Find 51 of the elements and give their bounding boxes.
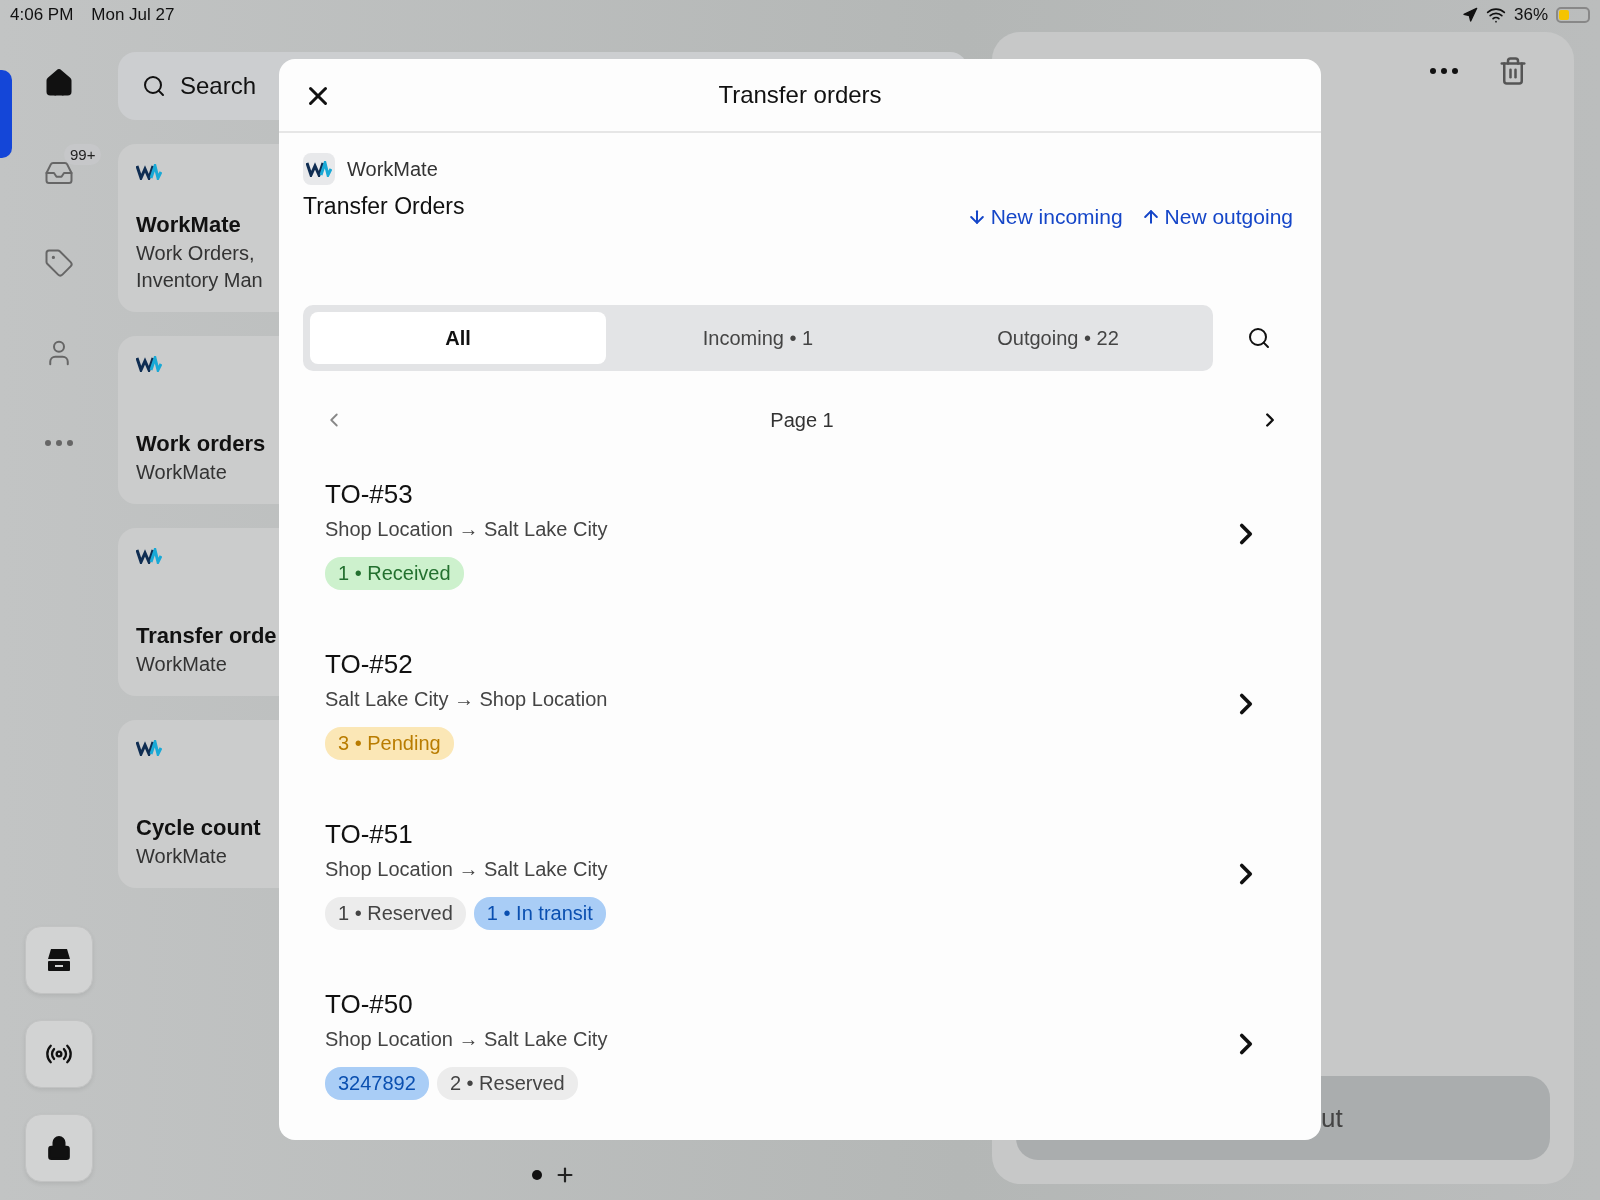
status-tag: 3247892 bbox=[325, 1066, 429, 1100]
card-subtitle: WorkMate bbox=[136, 653, 227, 676]
location-icon bbox=[1461, 7, 1478, 23]
card-subtitle: WorkMate bbox=[136, 845, 227, 868]
battery-icon bbox=[1556, 7, 1590, 23]
order-id: TO-#51 bbox=[325, 818, 414, 850]
logo-icon bbox=[136, 164, 162, 180]
order-route: Shop Location → Salt Lake City bbox=[325, 1027, 608, 1051]
card-title: Work orders bbox=[136, 431, 266, 457]
logo-icon bbox=[136, 356, 162, 372]
tag-icon bbox=[44, 248, 74, 278]
wifi-icon bbox=[1485, 5, 1506, 25]
card-subtitle: Work Orders, bbox=[136, 242, 255, 265]
quick-button[interactable] bbox=[25, 1114, 93, 1182]
search-icon bbox=[1247, 326, 1271, 350]
card-subtitle: Inventory Man bbox=[136, 269, 263, 292]
action-link[interactable]: New outgoing bbox=[1140, 205, 1293, 229]
status-tag: 1 • Received bbox=[325, 556, 464, 590]
card-subtitle: WorkMate bbox=[136, 461, 227, 484]
status-tag: 2 • Reserved bbox=[436, 1066, 578, 1100]
logo-icon bbox=[136, 548, 162, 564]
status-tag: 3 • Pending bbox=[325, 726, 454, 760]
card-title: Transfer orde bbox=[136, 623, 277, 649]
more-icon[interactable] bbox=[1430, 68, 1458, 74]
search-icon bbox=[142, 74, 166, 98]
logo-icon bbox=[136, 740, 162, 756]
card-title: Cycle count bbox=[136, 815, 261, 841]
quick-button[interactable] bbox=[25, 926, 93, 994]
filter-tab[interactable]: Outgoing • 22 bbox=[910, 312, 1206, 364]
drawer-icon bbox=[46, 947, 72, 973]
filter-tab[interactable]: Incoming • 1 bbox=[610, 312, 906, 364]
home-icon bbox=[44, 68, 74, 98]
order-id: TO-#50 bbox=[325, 988, 414, 1020]
filter-tab[interactable]: All bbox=[310, 312, 606, 364]
page-dot[interactable] bbox=[532, 1170, 542, 1180]
battery-percent: 36% bbox=[1513, 5, 1548, 25]
card-title: WorkMate bbox=[136, 212, 241, 238]
status-time: 4:06 PM bbox=[10, 5, 74, 25]
action-link[interactable]: New incoming bbox=[966, 205, 1123, 229]
order-id: TO-#52 bbox=[325, 648, 414, 680]
logo-icon bbox=[306, 161, 332, 177]
dialog-title: Transfer orders bbox=[718, 81, 882, 109]
count-badge: 99+ bbox=[64, 144, 102, 165]
status-tag: 1 • In transit bbox=[473, 896, 606, 930]
quick-button[interactable] bbox=[25, 1020, 93, 1088]
status-date: Mon Jul 27 bbox=[91, 5, 175, 25]
status-tag: 1 • Reserved bbox=[325, 896, 466, 930]
lock-icon bbox=[46, 1135, 72, 1161]
trash-icon[interactable] bbox=[1498, 56, 1528, 86]
more-icon bbox=[45, 440, 73, 446]
page-label: Page 1 bbox=[770, 408, 834, 432]
